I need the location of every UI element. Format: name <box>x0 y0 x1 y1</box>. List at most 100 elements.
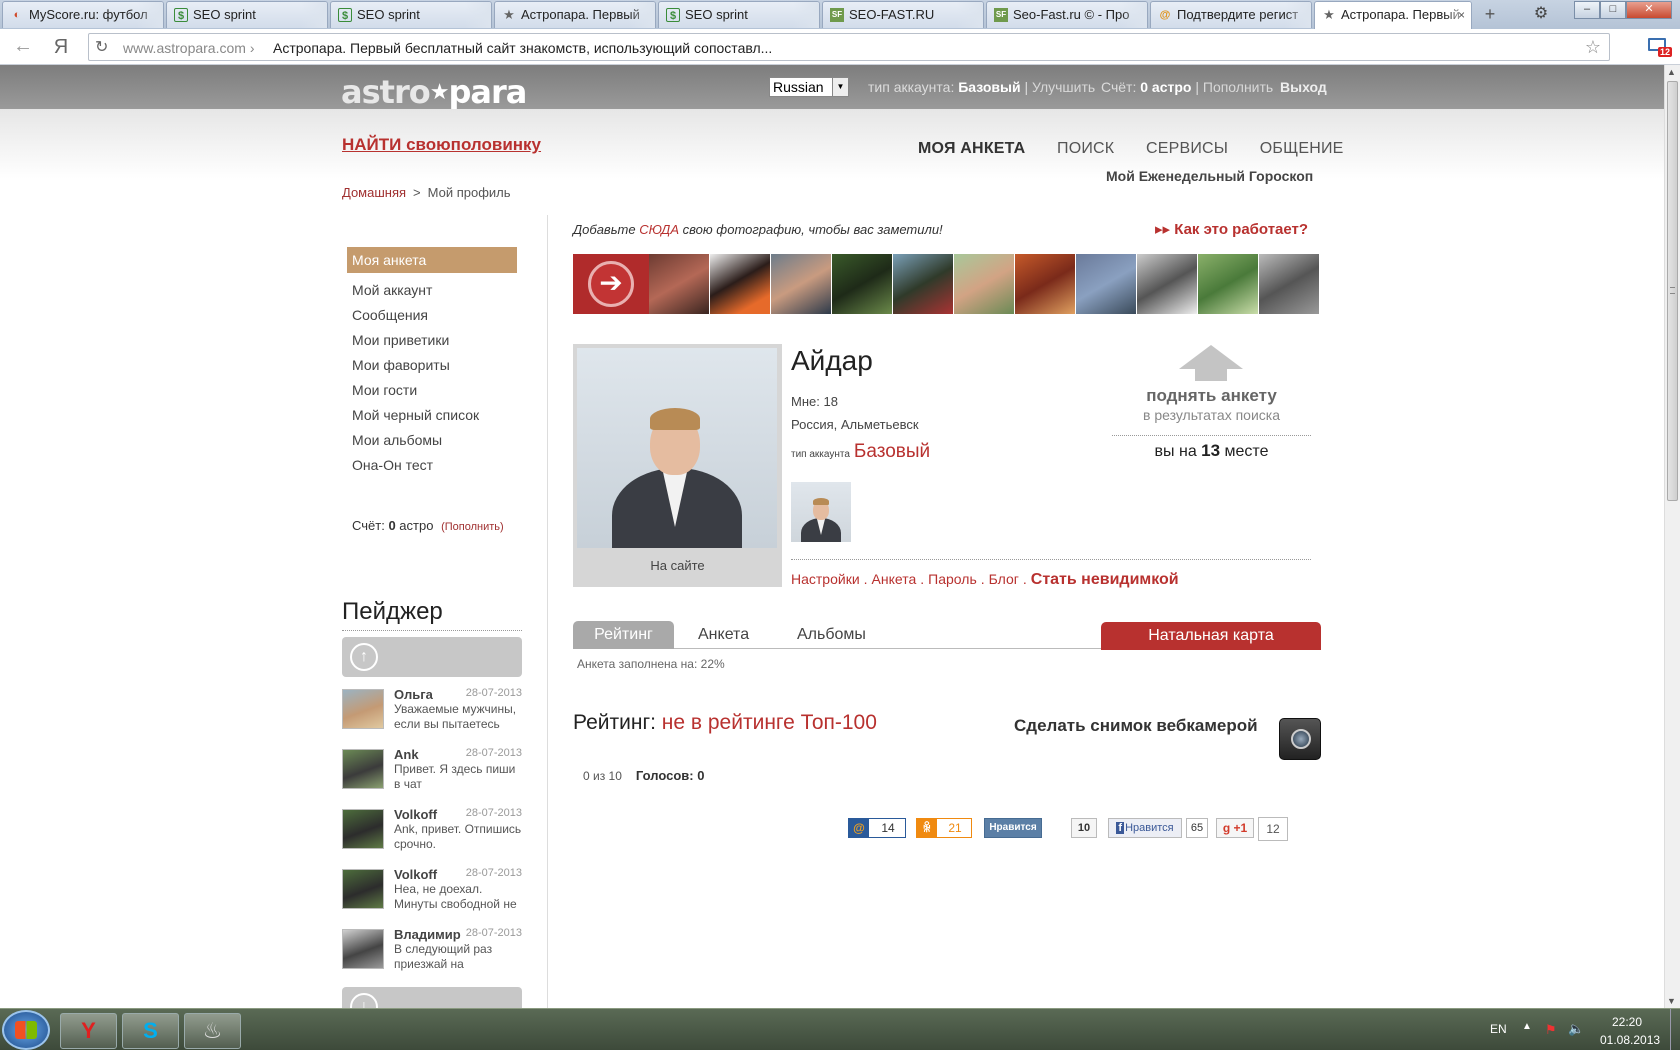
taskbar-skype[interactable]: S <box>122 1013 179 1049</box>
browser-tab[interactable]: @ Подтвердите регист <box>1150 1 1312 28</box>
nav-communication[interactable]: ОБЩЕНИЕ <box>1260 140 1344 158</box>
reload-icon[interactable]: ↻ <box>95 37 108 57</box>
tab-rating[interactable]: Рейтинг <box>573 621 674 649</box>
taskbar-steam[interactable]: ♨ <box>184 1013 241 1049</box>
breadcrumb-home-link[interactable]: Домашняя <box>342 185 406 200</box>
sidebar-item-my-account[interactable]: Мой аккаунт <box>352 282 432 298</box>
facebook-like-button[interactable]: f Нравится <box>1108 818 1182 838</box>
raise-arrow-icon[interactable] <box>1179 345 1243 369</box>
weekly-horoscope-link[interactable]: Мой Еженедельный Гороскоп <box>1106 168 1313 184</box>
member-photo[interactable] <box>954 254 1014 314</box>
nav-my-profile[interactable]: МОЯ АНКЕТА <box>918 140 1025 158</box>
google-plus-button[interactable]: g +1 <box>1216 818 1254 838</box>
vertical-scrollbar[interactable]: ▲ ▼ <box>1664 65 1680 1008</box>
member-photo[interactable] <box>649 254 709 314</box>
add-photo-link[interactable]: СЮДА <box>639 222 679 237</box>
new-tab-button[interactable]: + <box>1478 4 1502 24</box>
scroll-down-icon[interactable]: ▼ <box>1667 996 1676 1006</box>
browser-tab-active[interactable]: ★ Астропара. Первый × <box>1314 1 1472 30</box>
raise-arrow-icon[interactable] <box>1195 369 1227 381</box>
member-photo[interactable] <box>1259 254 1319 314</box>
tab-questionnaire[interactable]: Анкета <box>698 621 749 649</box>
tab-close-icon[interactable]: × <box>1458 2 1465 28</box>
blog-link[interactable]: Блог <box>989 571 1019 587</box>
address-bar[interactable]: ↻ www.astropara.com › Астропара. Первый … <box>88 33 1610 61</box>
nav-services[interactable]: СЕРВИСЫ <box>1146 140 1228 158</box>
find-partner-link[interactable]: НАЙТИ своюполовинку <box>342 135 541 155</box>
bookmark-star-icon[interactable]: ☆ <box>1585 37 1601 58</box>
rating-value[interactable]: не в рейтинге Топ-100 <box>662 711 877 734</box>
browser-tab[interactable]: $ SEO sprint <box>166 1 328 28</box>
settings-link[interactable]: Настройки <box>791 571 860 587</box>
member-photo[interactable] <box>1076 254 1136 314</box>
tray-expand-icon[interactable]: ▲ <box>1522 1021 1532 1032</box>
scroll-up-icon[interactable]: ▲ <box>1667 67 1676 77</box>
sidebar-item-guests[interactable]: Мои гости <box>352 382 417 398</box>
browser-tab[interactable]: SF SEO-FAST.RU <box>822 1 984 28</box>
taskbar-yandex-browser[interactable]: Y <box>60 1013 117 1049</box>
pager-message[interactable]: Ank 28-07-2013 Привет. Я здесь пиши в ча… <box>342 747 522 803</box>
camera-icon[interactable] <box>1279 718 1321 760</box>
clock-time[interactable]: 22:20 <box>1612 1015 1642 1029</box>
volume-icon[interactable]: 🔈 <box>1568 1021 1584 1037</box>
odnoklassniki-share-button[interactable]: ꆜ 21 <box>916 818 972 838</box>
mailru-share-button[interactable]: @14 <box>848 818 906 838</box>
sidebar-topup-link[interactable]: (Пополнить) <box>441 521 504 533</box>
pager-message[interactable]: Ольга 28-07-2013 Уважаемые мужчины, если… <box>342 687 522 743</box>
member-photo[interactable] <box>1198 254 1258 314</box>
maximize-button[interactable]: □ <box>1600 1 1626 19</box>
upgrade-link[interactable]: Улучшить <box>1032 79 1095 95</box>
pager-message[interactable]: Volkoff 28-07-2013 Ank, привет. Отпишись… <box>342 807 522 863</box>
sidebar-item-albums[interactable]: Мои альбомы <box>352 432 442 448</box>
sidebar-item-favorites[interactable]: Мои фавориты <box>352 357 450 373</box>
profile-thumbnail[interactable] <box>791 482 851 542</box>
sidebar-item-greetings[interactable]: Мои приветики <box>352 332 449 348</box>
yandex-button[interactable]: Я <box>48 35 74 59</box>
add-photo-arrow-button[interactable]: ➔ <box>573 254 649 314</box>
keyboard-language[interactable]: EN <box>1490 1022 1507 1036</box>
member-photo[interactable] <box>1137 254 1197 314</box>
profile-photo[interactable] <box>577 348 777 548</box>
minimize-button[interactable]: – <box>1574 1 1600 19</box>
language-select[interactable]: Russian ▼ <box>769 77 849 97</box>
member-photo[interactable] <box>771 254 831 314</box>
pager-down-button[interactable]: ↓ <box>342 987 522 1008</box>
back-arrow-icon[interactable]: ← <box>10 35 36 59</box>
sidebar-item-test[interactable]: Она-Он тест <box>352 457 433 473</box>
pager-message[interactable]: Volkoff 28-07-2013 Неа, не доехал. Минут… <box>342 867 522 923</box>
mail-extension-button[interactable]: 12 <box>1646 35 1674 61</box>
scrollbar-thumb[interactable] <box>1667 81 1678 501</box>
raise-profile-link[interactable]: поднять анкету <box>1112 386 1311 406</box>
browser-tab[interactable]: SF Seo-Fast.ru © - Про <box>986 1 1148 28</box>
logout-link[interactable]: Выход <box>1280 79 1327 95</box>
member-photo[interactable] <box>1015 254 1075 314</box>
browser-tab[interactable]: $ SEO sprint <box>658 1 820 28</box>
browser-tab[interactable]: ★ Астропара. Первый <box>494 1 656 28</box>
member-photo[interactable] <box>893 254 953 314</box>
browser-tab[interactable]: $ SEO sprint <box>330 1 492 28</box>
gear-icon[interactable]: ⚙ <box>1530 2 1552 26</box>
questionnaire-link[interactable]: Анкета <box>872 571 917 587</box>
sidebar-item-blacklist[interactable]: Мой черный список <box>352 407 479 423</box>
window-close-button[interactable]: ✕ <box>1626 1 1672 19</box>
webcam-snapshot-link[interactable]: Сделать снимок вебкамерой <box>1014 716 1258 736</box>
pager-message[interactable]: Владимир 28-07-2013 В следующий раз прие… <box>342 927 522 983</box>
vk-like-button[interactable]: Нравится <box>984 818 1042 838</box>
pager-up-button[interactable]: ↑ <box>342 637 522 677</box>
natal-chart-button[interactable]: Натальная карта <box>1101 622 1321 650</box>
show-desktop-button[interactable] <box>1670 1009 1680 1050</box>
nav-search[interactable]: ПОИСК <box>1057 140 1114 158</box>
topup-link[interactable]: Пополнить <box>1203 79 1273 95</box>
tab-albums[interactable]: Альбомы <box>797 621 866 649</box>
astropara-logo[interactable]: astro★para <box>341 73 527 111</box>
sidebar-item-messages[interactable]: Сообщения <box>352 307 428 323</box>
password-link[interactable]: Пароль <box>928 571 977 587</box>
member-photo[interactable] <box>832 254 892 314</box>
member-photo[interactable] <box>710 254 770 314</box>
how-it-works-link[interactable]: ▸▸ Как это работает? <box>1155 220 1308 238</box>
action-center-flag-icon[interactable]: ⚑ <box>1545 1022 1557 1038</box>
clock-date[interactable]: 01.08.2013 <box>1600 1033 1660 1047</box>
start-button[interactable] <box>2 1010 50 1050</box>
sidebar-item-my-profile[interactable]: Моя анкета <box>347 247 517 273</box>
account-type-value[interactable]: Базовый <box>854 441 930 462</box>
